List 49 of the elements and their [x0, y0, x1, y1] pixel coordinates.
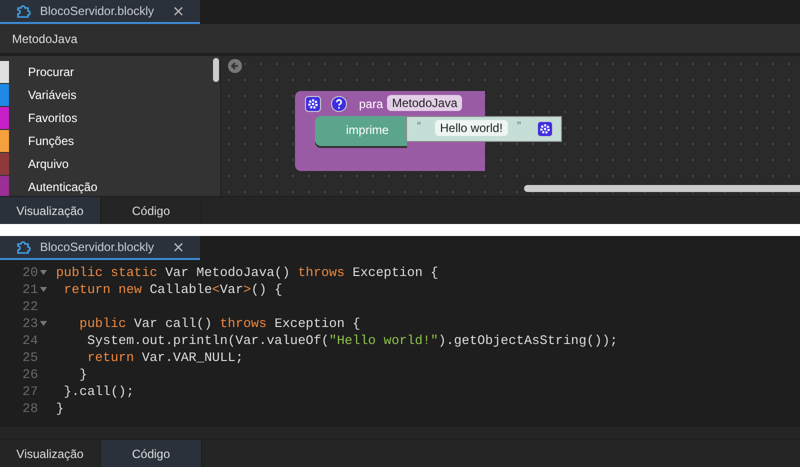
code-line: public Var call() throws Exception { — [78, 316, 360, 331]
fold-icon[interactable] — [40, 321, 47, 326]
puzzle-icon — [16, 240, 32, 254]
function-name-field[interactable]: MetodoJava — [387, 95, 462, 111]
code-line: } — [55, 401, 64, 416]
block-keyword: para — [359, 97, 384, 111]
code-line: }.call(); — [62, 384, 134, 399]
code-line: } — [78, 367, 88, 382]
category-item[interactable]: Variáveis — [0, 83, 213, 106]
line-number: 21 — [21, 282, 38, 297]
view-tab[interactable]: Código — [101, 440, 202, 467]
close-icon[interactable]: × — [172, 238, 185, 256]
scrollbar[interactable] — [213, 58, 219, 82]
line-number: 22 — [21, 299, 38, 314]
category-item[interactable]: Autenticação — [0, 175, 213, 198]
fold-icon[interactable] — [40, 287, 47, 292]
code-line: public static Var MetodoJava() throws Exception { — [55, 265, 438, 280]
view-tab[interactable]: Visualização — [0, 197, 101, 224]
help-icon[interactable] — [331, 96, 347, 112]
line-number: 20 — [21, 265, 38, 280]
line-number: 24 — [21, 333, 38, 348]
file-tab-title: BlocoServidor.blockly — [40, 240, 154, 254]
category-item[interactable]: Arquivo — [0, 152, 213, 175]
file-tab[interactable]: BlocoServidor.blockly × — [0, 0, 200, 24]
gear-icon[interactable] — [537, 121, 553, 137]
code-line: System.out.println(Var.valueOf("Hello world!").getObjectAsString()); — [86, 333, 618, 348]
category-item[interactable]: Funções — [0, 129, 213, 152]
code-line: return Var.VAR_NULL; — [86, 350, 244, 365]
close-icon[interactable]: × — [172, 2, 185, 20]
gear-icon[interactable] — [305, 96, 321, 112]
puzzle-icon — [16, 4, 32, 18]
code-line: return new Callable<Var>() { — [62, 282, 282, 297]
line-number: 25 — [21, 350, 38, 365]
file-tab-title: BlocoServidor.blockly — [40, 4, 154, 18]
fold-icon[interactable] — [40, 270, 47, 275]
category-item[interactable]: Favoritos — [0, 106, 213, 129]
line-number: 26 — [21, 367, 38, 382]
scrollbar[interactable] — [524, 185, 800, 192]
line-number: 23 — [21, 316, 38, 331]
text-field[interactable]: Hello world! — [435, 120, 508, 136]
category-item[interactable]: Procurar — [0, 60, 213, 83]
breadcrumb: MetodoJava — [12, 32, 78, 46]
file-tab[interactable]: BlocoServidor.blockly × — [0, 236, 200, 260]
open-quote: “ — [417, 119, 421, 133]
line-number: 27 — [21, 384, 38, 399]
line-number: 28 — [21, 401, 38, 416]
close-quote: ” — [517, 119, 521, 133]
statement-label: imprime — [346, 123, 389, 137]
back-arrow-icon[interactable] — [228, 59, 242, 73]
